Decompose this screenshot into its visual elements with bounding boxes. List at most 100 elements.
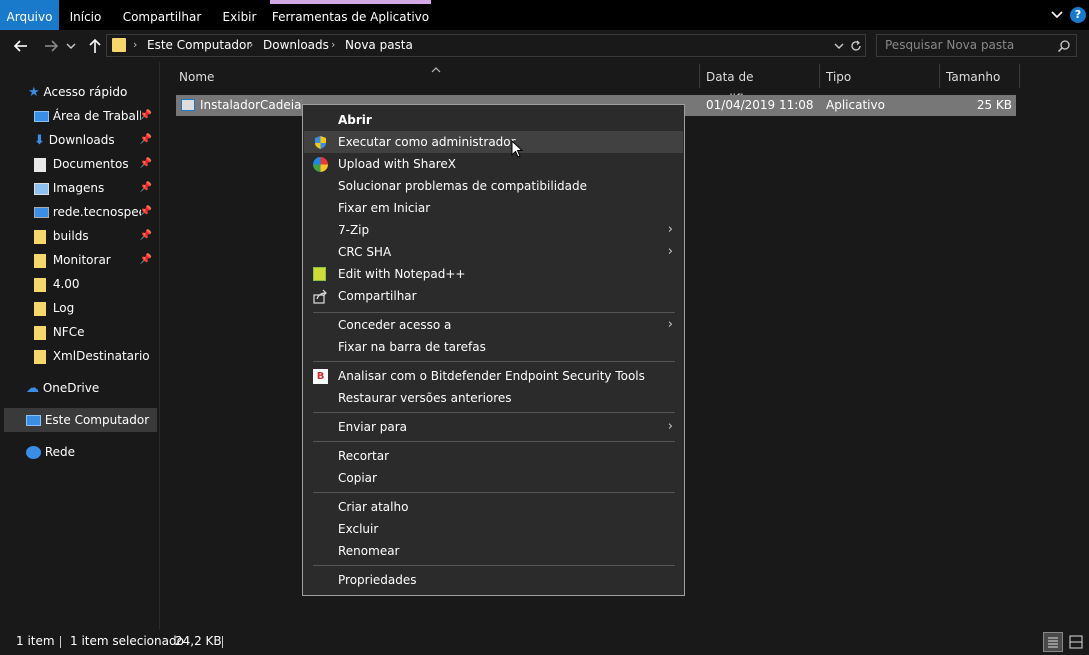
submenu-arrow-icon: › [667, 419, 673, 434]
tab-exibir[interactable]: Exibir [212, 0, 267, 30]
sidebar-item-xmldestinatario[interactable]: XmlDestinatario [34, 344, 156, 368]
menu-item-copiar[interactable]: Copiar [304, 467, 683, 489]
column-header-data[interactable]: Data de modificaç... [706, 66, 818, 106]
menu-item-label: Executar como administrador [338, 135, 516, 149]
menu-item-excluir[interactable]: Excluir [304, 518, 683, 540]
sidebar-item-builds[interactable]: builds 📌 [34, 224, 156, 248]
notepad-plus-plus-icon [313, 267, 326, 281]
sidebar-item-imagens[interactable]: Imagens 📌 [34, 176, 156, 200]
column-divider[interactable] [819, 64, 820, 88]
sidebar-item-onedrive[interactable]: ☁ OneDrive [26, 376, 156, 400]
menu-item-label: 7-Zip [338, 223, 370, 237]
tab-arquivo[interactable]: Arquivo [0, 0, 59, 30]
tab-ferramentas-de-aplicativo[interactable]: Ferramentas de Aplicativo [270, 0, 431, 30]
menu-item-7-zip[interactable]: 7-Zip › [304, 219, 683, 241]
file-date: 01/04/2019 11:08 [706, 98, 814, 112]
expand-ribbon-icon[interactable] [1050, 8, 1064, 22]
sidebar-item-documentos[interactable]: Documentos 📌 [34, 152, 156, 176]
breadcrumb-nova-pasta[interactable]: Nova pasta [345, 38, 413, 52]
sidebar-item-downloads[interactable]: ⬇ Downloads 📌 [34, 128, 156, 152]
sidebar-item-rede-tecnospeed[interactable]: rede.tecnospeed 📌 [34, 200, 156, 224]
sidebar-item-label: Imagens [52, 181, 105, 195]
menu-item-label: Copiar [338, 471, 377, 485]
column-divider[interactable] [939, 64, 940, 88]
search-icon[interactable] [1057, 39, 1071, 53]
menu-item-restaurar-versoes[interactable]: Restaurar versões anteriores [304, 387, 683, 409]
menu-item-label: Excluir [338, 522, 379, 536]
help-button[interactable]: ? [1070, 7, 1086, 23]
menu-item-label: Propriedades [338, 573, 417, 587]
menu-item-upload-with-sharex[interactable]: Upload with ShareX [304, 153, 683, 175]
cloud-icon: ☁ [26, 380, 39, 396]
column-header-tamanho[interactable]: Tamanho [946, 66, 1018, 88]
menu-item-label: Analisar com o Bitdefender Endpoint Secu… [338, 369, 645, 383]
menu-item-crc-sha[interactable]: CRC SHA › [304, 241, 683, 263]
folder-icon [34, 253, 46, 268]
sidebar-item-4-00[interactable]: 4.00 [34, 272, 156, 296]
details-view-icon[interactable] [1043, 632, 1063, 652]
sidebar-item-este-computador[interactable]: Este Computador [4, 408, 157, 432]
context-menu: Abrir Executar como administrador Upload… [302, 104, 685, 596]
sidebar-item-label: OneDrive [42, 381, 100, 395]
tab-compartilhar[interactable]: Compartilhar [112, 0, 212, 30]
menu-item-fixar-na-barra[interactable]: Fixar na barra de tarefas [304, 336, 683, 358]
share-icon [313, 289, 328, 304]
download-icon: ⬇ [34, 132, 45, 148]
menu-item-solucionar-problemas[interactable]: Solucionar problemas de compatibilidade [304, 175, 683, 197]
menu-item-executar-como-administrador[interactable]: Executar como administrador [304, 131, 683, 153]
breadcrumb-separator-icon: › [331, 38, 336, 51]
menu-item-label: Compartilhar [338, 289, 417, 303]
breadcrumb-este-computador[interactable]: Este Computador [147, 38, 251, 52]
status-divider [60, 636, 61, 648]
tab-inicio[interactable]: Início [59, 0, 112, 30]
shield-icon [313, 135, 328, 150]
breadcrumb-downloads[interactable]: Downloads [263, 38, 329, 52]
menu-item-bitdefender[interactable]: B Analisar com o Bitdefender Endpoint Se… [304, 365, 683, 387]
menu-item-propriedades[interactable]: Propriedades [304, 569, 683, 591]
menu-item-label: Solucionar problemas de compatibilidade [338, 179, 587, 193]
menu-item-abrir[interactable]: Abrir [304, 109, 683, 131]
menu-item-criar-atalho[interactable]: Criar atalho [304, 496, 683, 518]
menu-item-fixar-em-iniciar[interactable]: Fixar em Iniciar [304, 197, 683, 219]
menu-item-renomear[interactable]: Renomear [304, 540, 683, 562]
back-button[interactable] [10, 35, 32, 57]
breadcrumb-separator-icon: › [133, 38, 138, 51]
sidebar-item-label: Downloads [48, 133, 115, 147]
recent-locations-icon[interactable] [64, 35, 78, 57]
folder-icon [34, 277, 46, 292]
column-divider[interactable] [1019, 64, 1020, 88]
document-icon [34, 157, 46, 172]
sharex-icon [313, 157, 328, 172]
menu-item-compartilhar[interactable]: Compartilhar [304, 285, 683, 307]
column-header-nome[interactable]: Nome [179, 66, 699, 88]
sidebar-item-nfce[interactable]: NFCe [34, 320, 156, 344]
address-dropdown-icon[interactable] [832, 39, 846, 53]
sidebar-item-rede[interactable]: Rede [26, 440, 156, 464]
sidebar-item-label: builds [52, 229, 89, 243]
refresh-icon[interactable] [849, 39, 863, 53]
star-icon: ★ [28, 84, 40, 100]
menu-item-recortar[interactable]: Recortar [304, 445, 683, 467]
column-divider[interactable] [699, 64, 700, 88]
folder-icon [34, 325, 46, 340]
menu-item-enviar-para[interactable]: Enviar para › [304, 416, 683, 438]
menu-item-edit-with-notepad[interactable]: Edit with Notepad++ [304, 263, 683, 285]
sidebar-item-log[interactable]: Log [34, 296, 156, 320]
menu-item-conceder-acesso[interactable]: Conceder acesso a › [304, 314, 683, 336]
sidebar-item-label: rede.tecnospeed [52, 205, 141, 219]
column-header-tipo[interactable]: Tipo [826, 66, 938, 88]
sidebar-item-acesso-rapido[interactable]: ★ Acesso rápido [28, 80, 156, 104]
forward-button[interactable] [40, 35, 62, 57]
sidebar-item-monitorar[interactable]: Monitorar 📌 [34, 248, 156, 272]
pin-icon: 📌 [139, 254, 152, 265]
network-icon [26, 446, 41, 459]
large-icons-view-icon[interactable] [1066, 632, 1086, 652]
menu-item-label: Conceder acesso a [338, 318, 452, 332]
sidebar-item-area-de-trabalho[interactable]: Área de Trabalho 📌 [34, 104, 156, 128]
search-placeholder: Pesquisar Nova pasta [885, 38, 1015, 52]
up-button[interactable] [84, 35, 106, 57]
desktop-icon [34, 111, 49, 122]
file-name[interactable]: InstaladorCadeiaV2 [200, 95, 302, 116]
network-drive-icon [34, 207, 49, 218]
pictures-icon [34, 182, 49, 195]
